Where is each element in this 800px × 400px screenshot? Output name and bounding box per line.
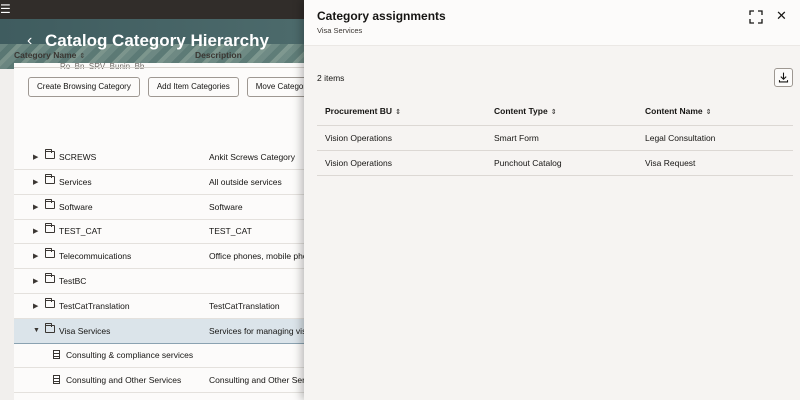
tree-row[interactable]: ▼ Visa Services Services for managing visa… bbox=[14, 318, 314, 344]
drawer-header: Category assignments Visa Services ✕ bbox=[304, 0, 800, 46]
table-divider bbox=[317, 125, 793, 126]
tree-row[interactable]: Consulting & compliance services bbox=[14, 343, 314, 369]
caret-right-icon[interactable]: ▶ bbox=[33, 203, 38, 211]
tree-row-description: TestCatTranslation bbox=[209, 300, 280, 311]
tree-row[interactable]: ▶ TEST_CAT TEST_CAT bbox=[14, 219, 314, 245]
tree-row-description: Office phones, mobile phones bbox=[209, 251, 305, 262]
table-cell[interactable]: Visa Request bbox=[645, 158, 695, 168]
tree-row-description: Software bbox=[209, 201, 243, 212]
sort-icon: ⇕ bbox=[550, 109, 557, 116]
sort-icon: ⇕ bbox=[705, 109, 712, 116]
caret-right-icon[interactable]: ▶ bbox=[33, 252, 38, 260]
tree-row[interactable]: ▶ Telecommuications Office phones, mobile … bbox=[14, 244, 314, 270]
tree-row-name: Telecommuications bbox=[59, 251, 132, 262]
toolbar: Create Browsing Category Add Item Catego… bbox=[28, 77, 320, 97]
tree-row[interactable]: ▶ Software Software bbox=[14, 195, 314, 220]
column-header-content-type[interactable]: Content Type ⇕ bbox=[494, 106, 557, 116]
column-header-description[interactable]: Description bbox=[195, 50, 242, 60]
tree-row-name: Consulting & compliance services bbox=[66, 350, 194, 361]
category-assignments-drawer: Category assignments Visa Services ✕ 2 i… bbox=[304, 0, 800, 400]
divider bbox=[14, 67, 314, 68]
caret-down-icon[interactable]: ▼ bbox=[33, 327, 40, 334]
tree-row-name: Consulting and Other Services bbox=[66, 375, 182, 386]
download-button[interactable] bbox=[774, 68, 793, 87]
tree-row-description: Consulting and Other Services bbox=[209, 375, 305, 386]
folder-icon bbox=[45, 223, 55, 234]
item-count: 2 items bbox=[317, 73, 345, 83]
tree-row-name: TestBC bbox=[59, 276, 87, 286]
document-icon bbox=[53, 375, 60, 385]
folder-icon bbox=[45, 273, 55, 283]
drawer-body: 2 items Procurement BU ⇕ Content Type ⇕ Co… bbox=[304, 46, 800, 400]
folder-icon bbox=[45, 198, 55, 209]
tree-row-description: Services for managing visas bbox=[209, 325, 305, 336]
table-cell: Punchout Catalog bbox=[494, 158, 562, 168]
table-cell: Vision Operations bbox=[325, 158, 392, 168]
tree-row[interactable]: ▶ Services All outside services bbox=[14, 170, 314, 195]
tree-row-name: Visa Services bbox=[59, 325, 111, 336]
sort-icon: ⇕ bbox=[395, 109, 401, 116]
document-icon bbox=[53, 350, 60, 360]
drawer-title: Category assignments bbox=[317, 9, 446, 23]
add-item-categories-button[interactable]: Add Item Categories bbox=[147, 77, 239, 97]
table-cell: Vision Operations bbox=[325, 133, 392, 143]
create-browsing-category-button[interactable]: Create Browsing Category bbox=[28, 77, 140, 97]
hamburger-icon[interactable]: ☰ bbox=[0, 3, 11, 15]
tree-row-name: Services bbox=[59, 176, 92, 187]
column-header-content-name[interactable]: Content Name ⇕ bbox=[645, 106, 712, 116]
folder-icon bbox=[45, 248, 55, 259]
caret-right-icon[interactable]: ▶ bbox=[33, 153, 38, 161]
drawer-subtitle: Visa Services bbox=[317, 26, 363, 35]
chevron-left-icon[interactable]: ‹ bbox=[27, 32, 32, 50]
caret-right-icon[interactable]: ▶ bbox=[33, 302, 38, 310]
table-cell[interactable]: Legal Consultation bbox=[645, 133, 715, 143]
folder-icon bbox=[45, 149, 55, 159]
partial-tree-row: Ro_Bn_SRV_Bunin_Bb bbox=[60, 62, 145, 70]
caret-right-icon[interactable]: ▶ bbox=[33, 178, 38, 186]
tree-row[interactable]: ▶ TestBC bbox=[14, 269, 314, 294]
folder-icon bbox=[45, 173, 55, 184]
tree-row-name: TEST_CAT bbox=[59, 226, 102, 237]
tree-row[interactable]: ▶ SCREWS Ankit Screws Category bbox=[14, 145, 314, 170]
sort-icon: ⇕ bbox=[79, 53, 86, 60]
table-divider bbox=[317, 150, 793, 151]
tree-row-description: Ankit Screws Category bbox=[209, 152, 295, 162]
folder-icon bbox=[45, 297, 55, 308]
tree-row-description: TEST_CAT bbox=[209, 226, 252, 237]
caret-right-icon[interactable]: ▶ bbox=[33, 227, 38, 235]
table-divider bbox=[317, 175, 793, 176]
tree-row-description: All outside services bbox=[209, 176, 282, 187]
tree-row[interactable]: Consulting and Other Services Consulting … bbox=[14, 368, 314, 394]
tree-row-name: SCREWS bbox=[59, 152, 97, 162]
page-title: Catalog Category Hierarchy bbox=[45, 31, 269, 50]
tree-row[interactable]: ▶ TestCatTranslation TestCatTranslation bbox=[14, 294, 314, 319]
close-icon[interactable]: ✕ bbox=[776, 9, 787, 23]
fullscreen-icon[interactable] bbox=[749, 10, 763, 24]
caret-right-icon[interactable]: ▶ bbox=[33, 277, 38, 285]
column-header-procurement-bu[interactable]: Procurement BU ⇕ bbox=[325, 106, 401, 116]
download-icon bbox=[778, 72, 789, 83]
folder-icon bbox=[45, 322, 55, 333]
tree-row-name: Software bbox=[59, 201, 93, 212]
table-cell: Smart Form bbox=[494, 133, 539, 143]
column-header-category-name[interactable]: Category Name ⇕ bbox=[14, 50, 85, 60]
tree-row-name: TestCatTranslation bbox=[59, 300, 130, 311]
